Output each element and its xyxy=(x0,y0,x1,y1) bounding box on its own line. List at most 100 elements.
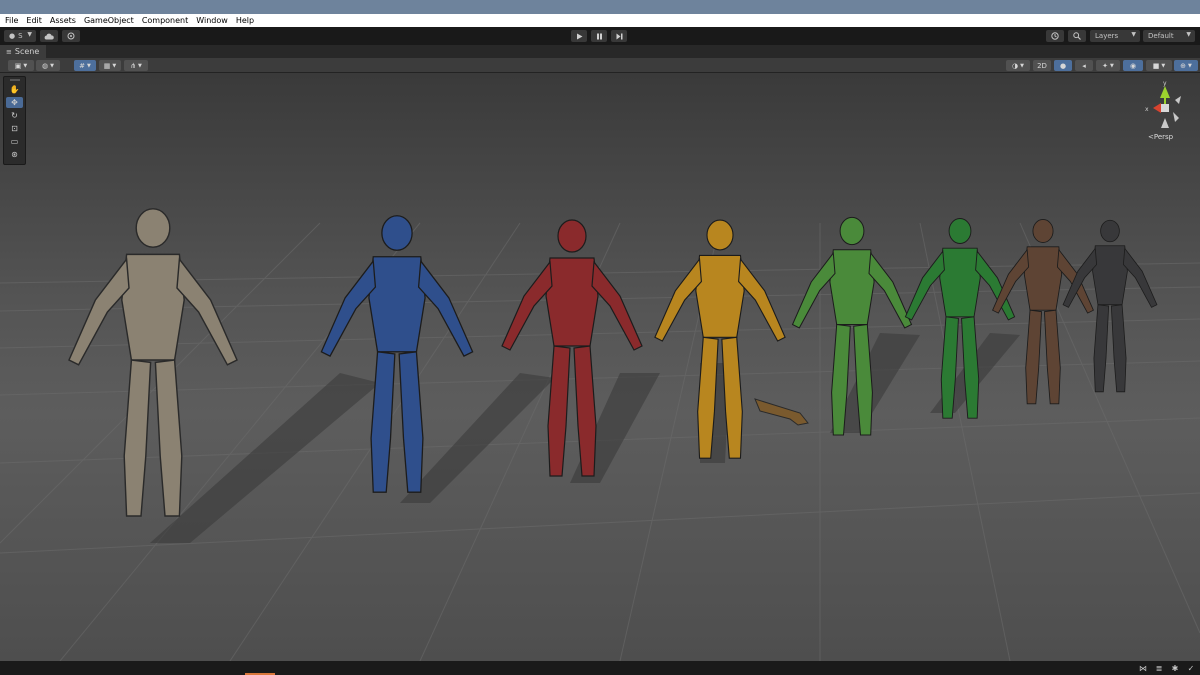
rect-tool-button[interactable]: ▭ xyxy=(6,136,23,147)
menu-edit[interactable]: Edit xyxy=(26,16,42,25)
menu-window[interactable]: Window xyxy=(196,16,228,25)
orientation-gizmo[interactable]: y x xyxy=(1135,78,1195,138)
rotate-icon: ↻ xyxy=(11,111,18,120)
hand-icon: ✋ xyxy=(9,85,20,94)
step-icon xyxy=(616,33,622,39)
tool-palette: ✋ ✥ ↻ ⊡ ▭ ⊛ xyxy=(3,76,26,165)
tab-bar: ≡ Scene xyxy=(0,45,1200,58)
layers-dropdown[interactable]: Layers ▼ xyxy=(1090,30,1140,42)
pause-icon xyxy=(596,33,602,39)
chevron-down-icon: ▼ xyxy=(27,31,32,38)
step-button[interactable] xyxy=(611,30,627,42)
cache-icon[interactable]: ≣ xyxy=(1154,663,1164,673)
mode-2d-label: 2D xyxy=(1037,61,1047,70)
chevron-down-icon: ▼ xyxy=(1131,31,1136,38)
audio-icon: ◂ xyxy=(1082,61,1086,70)
snap-icon: ⋔ xyxy=(130,61,136,70)
cloud-button[interactable] xyxy=(40,30,58,42)
light-bulb-icon: ● xyxy=(1059,61,1067,70)
rect-icon: ▭ xyxy=(10,137,19,146)
gizmo-center[interactable] xyxy=(1161,104,1169,112)
chevron-down-icon: ▼ xyxy=(1161,62,1166,69)
account-dropdown[interactable]: ● S ▼ xyxy=(4,30,36,42)
cloud-icon xyxy=(44,33,54,39)
collab-button[interactable] xyxy=(62,30,80,42)
chevron-down-icon: ▼ xyxy=(112,62,117,69)
pause-button[interactable] xyxy=(591,30,607,42)
play-button[interactable] xyxy=(571,30,587,42)
menu-assets[interactable]: Assets xyxy=(50,16,76,25)
main-toolbar: ● S ▼ Layers ▼ Default ▼ xyxy=(0,27,1200,45)
bug-icon[interactable]: ✱ xyxy=(1170,663,1180,673)
layers-label: Layers xyxy=(1095,32,1119,40)
menu-bar: File Edit Assets GameObject Component Wi… xyxy=(0,14,1200,27)
menu-help[interactable]: Help xyxy=(236,16,254,25)
grid-view-icon: ▦ xyxy=(103,61,111,70)
scale-icon: ⊡ xyxy=(11,124,18,133)
gizmo-z-neg-axis[interactable] xyxy=(1173,112,1179,122)
gizmo-icon: ⊕ xyxy=(1180,61,1186,70)
scene-visibility-toggle[interactable]: ◉ xyxy=(1123,60,1143,71)
chevron-down-icon: ▼ xyxy=(1020,62,1024,69)
projection-label[interactable]: <Persp xyxy=(1148,133,1173,141)
snap-settings-button[interactable]: ⋔ ▼ xyxy=(124,60,148,71)
menu-component[interactable]: Component xyxy=(142,16,188,25)
mode-2d-button[interactable]: 2D xyxy=(1033,60,1051,71)
menu-file[interactable]: File xyxy=(5,16,18,25)
rotate-tool-button[interactable]: ↻ xyxy=(6,110,23,121)
lighting-toggle[interactable]: ● xyxy=(1054,60,1072,71)
tab-scene[interactable]: ≡ Scene xyxy=(0,45,46,58)
gizmo-x-label: x xyxy=(1145,106,1149,113)
search-icon xyxy=(1073,32,1081,40)
hand-tool-button[interactable]: ✋ xyxy=(6,84,23,95)
palette-grip[interactable] xyxy=(10,79,20,81)
window-titlebar xyxy=(0,0,1200,14)
weapon-prop xyxy=(754,398,809,426)
sphere-icon: ◑ xyxy=(1012,61,1019,70)
search-button[interactable] xyxy=(1068,30,1086,42)
globe-icon: ◍ xyxy=(42,61,49,70)
gizmo-y-neg-axis[interactable] xyxy=(1161,118,1169,128)
grid-visibility-button[interactable]: ▦ ▼ xyxy=(99,60,121,71)
grid-snap-button[interactable]: # ▼ xyxy=(74,60,96,71)
gizmo-x-neg-axis[interactable] xyxy=(1175,96,1181,104)
scene-viewport[interactable]: ✋ ✥ ↻ ⊡ ▭ ⊛ y x <Persp xyxy=(0,73,1200,661)
chevron-down-icon: ▼ xyxy=(50,62,54,69)
history-icon xyxy=(1051,32,1059,40)
check-icon[interactable]: ✓ xyxy=(1186,663,1196,673)
chevron-down-icon: ▼ xyxy=(23,62,28,69)
transform-icon: ⊛ xyxy=(11,150,18,159)
scene-tab-label: Scene xyxy=(14,47,40,56)
menu-gameobject[interactable]: GameObject xyxy=(84,16,134,25)
layout-dropdown[interactable]: Default ▼ xyxy=(1143,30,1195,42)
scene-characters xyxy=(68,208,1158,543)
collab-icon xyxy=(67,32,75,40)
effects-button[interactable]: ✦ ▼ xyxy=(1096,60,1120,71)
draw-mode-button[interactable]: ◍ ▼ xyxy=(36,60,60,71)
network-icon[interactable]: ⋈ xyxy=(1138,663,1148,673)
chevron-down-icon: ▼ xyxy=(1188,62,1192,69)
history-button[interactable] xyxy=(1046,30,1064,42)
status-bar: ⋈ ≣ ✱ ✓ xyxy=(0,661,1200,675)
grid-icon: # xyxy=(79,61,85,70)
camera-settings-button[interactable]: ■ ▼ xyxy=(1146,60,1172,71)
play-icon xyxy=(576,33,582,39)
audio-toggle[interactable]: ◂ xyxy=(1075,60,1093,71)
character-black xyxy=(1062,219,1158,393)
move-tool-button[interactable]: ✥ xyxy=(6,97,23,108)
chevron-down-icon: ▼ xyxy=(1186,31,1191,38)
gizmos-button[interactable]: ⊕ ▼ xyxy=(1174,60,1198,71)
transform-tool-button[interactable]: ⊛ xyxy=(6,149,23,160)
scale-tool-button[interactable]: ⊡ xyxy=(6,123,23,134)
render-mode-button[interactable]: ◑ ▼ xyxy=(1006,60,1030,71)
shading-mode-button[interactable]: ▣ ▼ xyxy=(8,60,34,71)
scene-toolbar: ▣ ▼ ◍ ▼ # ▼ ▦ ▼ ⋔ ▼ ◑ ▼ 2D ● ◂ ✦ ▼ ◉ ■ ▼ ⊕ ▼ xyxy=(0,58,1200,73)
gizmo-x-axis[interactable] xyxy=(1153,103,1161,113)
gizmo-y-label: y xyxy=(1163,80,1167,87)
gizmo-y-axis[interactable] xyxy=(1160,86,1170,98)
account-icon: ● xyxy=(9,32,16,40)
character-beige xyxy=(68,208,238,517)
chevron-down-icon: ▼ xyxy=(138,62,142,69)
chevron-down-icon: ▼ xyxy=(1110,62,1114,69)
eye-icon: ◉ xyxy=(1129,61,1137,70)
